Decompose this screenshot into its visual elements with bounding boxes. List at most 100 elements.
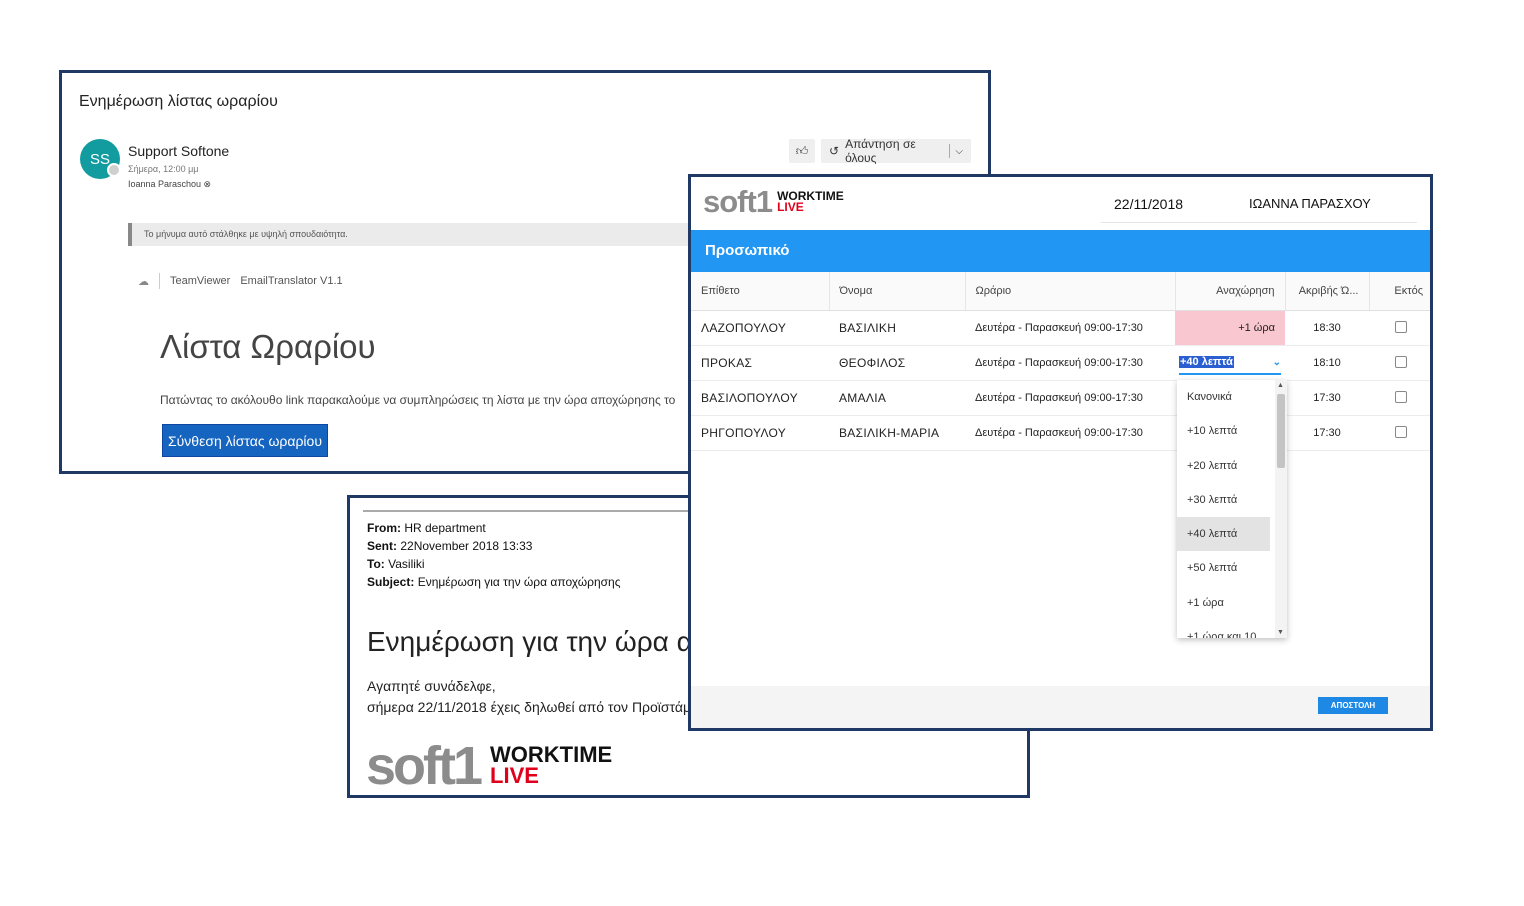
column-header-surname[interactable]: Επίθετο bbox=[691, 272, 830, 311]
cell-exact-time: 18:30 bbox=[1285, 310, 1369, 346]
addin-teamviewer[interactable]: TeamViewer bbox=[170, 275, 230, 287]
presence-icon bbox=[107, 163, 121, 177]
outside-checkbox[interactable] bbox=[1395, 390, 1407, 403]
chevron-down-icon[interactable]: ⌵ bbox=[950, 146, 971, 157]
avatar-initials: SS bbox=[89, 150, 110, 168]
column-header-outside[interactable]: Εκτός bbox=[1369, 272, 1430, 311]
compose-schedule-button[interactable]: Σύνθεση λίστας ωραρίου bbox=[162, 424, 328, 457]
header-underline bbox=[1101, 222, 1417, 223]
worktime-app: soft1 WORKTIME LIVE 22/11/2018 ΙΩΑΝΝΑ ΠΑ… bbox=[688, 174, 1433, 731]
cell-departure[interactable]: +1 ώρα bbox=[1175, 310, 1285, 346]
column-header-name[interactable]: Όνομα bbox=[829, 272, 966, 311]
reply-all-button[interactable]: ↺ Απάντηση σε όλους ⌵ bbox=[821, 137, 971, 165]
divider bbox=[159, 273, 160, 289]
dropdown-option[interactable]: +20 λεπτά bbox=[1177, 449, 1270, 483]
cell-surname: ΠΡΟΚΑΣ bbox=[691, 345, 829, 381]
column-header-exact-time[interactable]: Ακριβής Ώ... bbox=[1285, 272, 1370, 311]
subject-value: Ενημέρωση για την ώρα αποχώρησης bbox=[417, 575, 621, 589]
table-row: ΡΗΓΟΠΟΥΛΟΥ ΒΑΣΙΛΙΚΗ-ΜΑΡΙΑ Δευτέρα - Παρα… bbox=[691, 415, 1430, 451]
outside-checkbox[interactable] bbox=[1395, 355, 1407, 368]
app-header: soft1 WORKTIME LIVE 22/11/2018 ΙΩΑΝΝΑ ΠΑ… bbox=[691, 177, 1430, 228]
sent-time: Σήμερα, 12:00 μμ bbox=[128, 164, 199, 174]
cell-outside bbox=[1369, 380, 1430, 416]
brand-line2: LIVE bbox=[490, 763, 539, 788]
email-subject: Ενημέρωση λίστας ωραρίου bbox=[79, 93, 278, 110]
brand-name: soft1 bbox=[703, 184, 773, 219]
cell-surname: ΒΑΣΙΛΟΠΟΥΛΟΥ bbox=[691, 380, 829, 416]
scroll-down-icon[interactable]: ▼ bbox=[1277, 629, 1284, 636]
cell-schedule: Δευτέρα - Παρασκευή 09:00-17:30 bbox=[965, 415, 1175, 451]
outside-checkbox[interactable] bbox=[1395, 320, 1407, 333]
table-row: ΛΑΖΟΠΟΥΛΟΥ ΒΑΣΙΛΙΚΗ Δευτέρα - Παρασκευή … bbox=[691, 310, 1430, 346]
subject-label: Subject: bbox=[367, 575, 415, 589]
cell-departure: +40 λεπτά ⌄ bbox=[1175, 345, 1285, 381]
email-heading: Λίστα Ωραρίου bbox=[160, 328, 376, 365]
scroll-thumb[interactable] bbox=[1277, 394, 1285, 468]
header-user[interactable]: ΙΩΑΝΝΑ ΠΑΡΑΣΧΟΥ bbox=[1249, 196, 1371, 211]
from-value: HR department bbox=[404, 521, 486, 535]
reply-all-label: Απάντηση σε όλους bbox=[845, 137, 916, 165]
dropdown-option[interactable]: +50 λεπτά bbox=[1177, 551, 1270, 585]
sent-value: 22November 2018 13:33 bbox=[400, 539, 533, 553]
like-button[interactable]: 👍︎ bbox=[789, 139, 815, 163]
scroll-up-icon[interactable]: ▲ bbox=[1277, 382, 1284, 389]
cell-surname: ΡΗΓΟΠΟΥΛΟΥ bbox=[691, 415, 829, 451]
cell-name: ΒΑΣΙΛΙΚΗ-ΜΑΡΙΑ bbox=[829, 415, 965, 451]
chevron-down-icon[interactable]: ⌄ bbox=[1273, 357, 1281, 368]
greeting: Αγαπητέ συνάδελφε, bbox=[367, 678, 496, 694]
table-row: ΠΡΟΚΑΣ ΘΕΟΦΙΛΟΣ Δευτέρα - Παρασκευή 09:0… bbox=[691, 345, 1430, 381]
cell-outside bbox=[1369, 415, 1430, 451]
departure-dropdown: Κανονικά +10 λεπτά +20 λεπτά +30 λεπτά +… bbox=[1177, 380, 1287, 638]
column-header-departure[interactable]: Αναχώρηση bbox=[1175, 272, 1286, 311]
addins-bar: ☁ TeamViewer EmailTranslator V1.1 bbox=[138, 273, 343, 289]
dropdown-option[interactable]: +1 ώρα bbox=[1177, 586, 1270, 620]
recipient[interactable]: Ioanna Paraschou ⊗ bbox=[128, 179, 211, 190]
sender-name[interactable]: Support Softone bbox=[128, 143, 229, 159]
cell-exact-time: 17:30 bbox=[1285, 380, 1369, 416]
cell-name: ΑΜΑΛΙΑ bbox=[829, 380, 965, 416]
addin-emailtranslator[interactable]: EmailTranslator V1.1 bbox=[240, 275, 342, 287]
dropdown-option-selected[interactable]: +40 λεπτά bbox=[1177, 517, 1270, 552]
dropdown-option[interactable]: +10 λεπτά bbox=[1177, 414, 1270, 448]
cell-surname: ΛΑΖΟΠΟΥΛΟΥ bbox=[691, 310, 829, 346]
cell-exact-time: 18:10 bbox=[1285, 345, 1369, 381]
dropdown-option[interactable]: +30 λεπτά bbox=[1177, 483, 1270, 517]
header-date: 22/11/2018 bbox=[1114, 196, 1184, 212]
sent-label: Sent: bbox=[367, 539, 397, 553]
cell-schedule: Δευτέρα - Παρασκευή 09:00-17:30 bbox=[965, 345, 1175, 381]
thumbs-up-icon: 👍︎ bbox=[795, 143, 809, 158]
email-body: Πατώντας το ακόλουθο link παρακαλούμε να… bbox=[160, 393, 676, 407]
addin-icon: ☁ bbox=[138, 275, 149, 288]
brand-name: soft1 bbox=[366, 736, 483, 796]
to-line: To: Vasiliki bbox=[367, 557, 425, 571]
reply-all-icon: ↺ bbox=[829, 144, 840, 158]
cell-name: ΒΑΣΙΛΙΚΗ bbox=[829, 310, 965, 346]
send-button[interactable]: ΑΠΟΣΤΟΛΗ bbox=[1318, 697, 1388, 714]
from-label: From: bbox=[367, 521, 401, 535]
to-label: To: bbox=[367, 557, 385, 571]
table-header: Επίθετο Όνομα Ωράριο Αναχώρηση Ακριβής Ώ… bbox=[691, 272, 1430, 311]
cell-outside bbox=[1369, 310, 1430, 346]
departure-select[interactable]: +40 λεπτά ⌄ bbox=[1179, 351, 1281, 375]
column-header-schedule[interactable]: Ωράριο bbox=[965, 272, 1176, 311]
to-value: Vasiliki bbox=[388, 557, 425, 571]
staff-table: Επίθετο Όνομα Ωράριο Αναχώρηση Ακριβής Ώ… bbox=[691, 272, 1430, 451]
brand-logo: soft1 WORKTIME LIVE bbox=[703, 184, 844, 220]
cell-name: ΘΕΟΦΙΛΟΣ bbox=[829, 345, 965, 381]
cell-outside bbox=[1369, 345, 1430, 381]
table-row: ΒΑΣΙΛΟΠΟΥΛΟΥ ΑΜΑΛΙΑ Δευτέρα - Παρασκευή … bbox=[691, 380, 1430, 416]
dropdown-scrollbar[interactable]: ▲ ▼ bbox=[1275, 380, 1287, 638]
from-line: From: HR department bbox=[367, 521, 486, 535]
priority-banner: Το μήνυμα αυτό στάλθηκε με υψηλή σπουδαι… bbox=[128, 223, 728, 246]
dropdown-option[interactable]: Κανονικά bbox=[1177, 380, 1270, 414]
brand-logo: soft1 WORKTIME LIVE bbox=[366, 735, 612, 796]
outside-checkbox[interactable] bbox=[1395, 425, 1407, 438]
cell-schedule: Δευτέρα - Παρασκευή 09:00-17:30 bbox=[965, 380, 1175, 416]
departure-select-value: +40 λεπτά bbox=[1179, 356, 1234, 368]
brand-line2: LIVE bbox=[777, 200, 804, 214]
cell-schedule: Δευτέρα - Παρασκευή 09:00-17:30 bbox=[965, 310, 1175, 346]
cell-exact-time: 17:30 bbox=[1285, 415, 1369, 451]
dropdown-option[interactable]: +1 ώρα και 10 bbox=[1177, 620, 1270, 638]
section-title: Προσωπικό bbox=[691, 230, 1430, 272]
sender-avatar[interactable]: SS bbox=[80, 139, 121, 179]
